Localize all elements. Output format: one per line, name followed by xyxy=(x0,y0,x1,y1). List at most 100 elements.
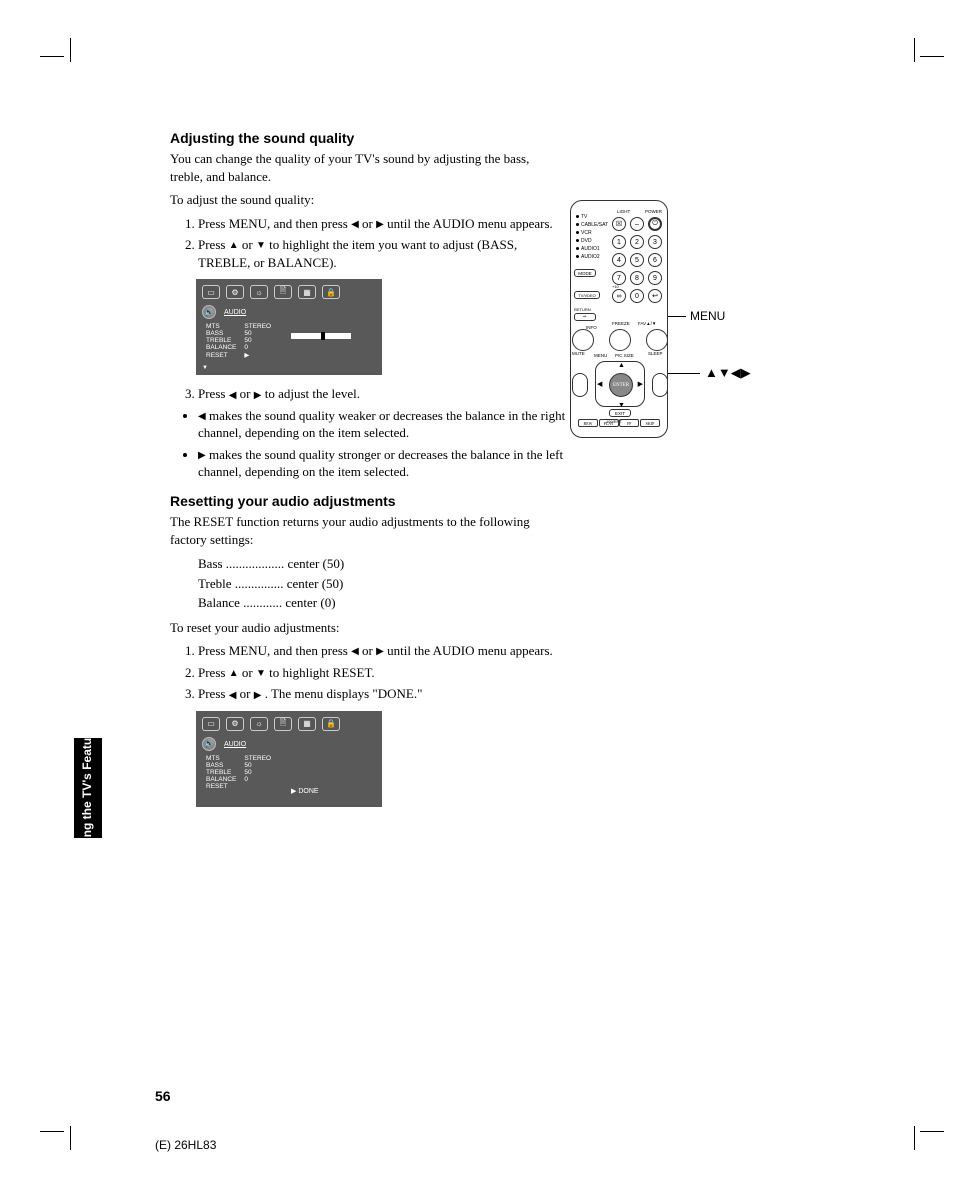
remote-exit-button: EXIT xyxy=(609,409,631,417)
step-1: Press MENU, and then press or until the … xyxy=(198,215,568,233)
remote-label-freeze: FREEZE xyxy=(612,321,630,326)
left-arrow-icon xyxy=(229,389,237,403)
step-3c: to adjust the level. xyxy=(265,386,360,401)
rstep-1a: Press MENU, and then press xyxy=(198,643,348,658)
remote-enter-button: ENTER xyxy=(609,373,633,397)
osd-tab-icon: 🗎 xyxy=(274,285,292,299)
rstep-1c: until the AUDIO menu appears. xyxy=(387,643,553,658)
right-arrow-icon xyxy=(376,218,384,232)
rstep-3: Press or . The menu displays "DONE." xyxy=(198,685,568,703)
rstep-1b: or xyxy=(362,643,373,658)
rstep-3a: Press xyxy=(198,686,225,701)
rstep-3b: or xyxy=(240,686,251,701)
step-1b: or xyxy=(362,216,373,231)
remote-label-sleep: SLEEP xyxy=(648,351,663,356)
callout-line-arrows xyxy=(668,373,700,374)
step-3b: or xyxy=(240,386,251,401)
remote-digit-0: 0 xyxy=(630,289,644,303)
osd-audio-menu-1: ▭ ⚙ ☼ 🗎 ▦ 🔒 🔊 AUDIO MTSSTEREO BASS50 TRE… xyxy=(196,279,382,375)
osd-speaker-icon: 🔊 xyxy=(202,305,216,319)
remote-fav-button: ∞ xyxy=(612,289,626,303)
remote-bottom-row: REWPLAYFFSKIP xyxy=(578,419,660,427)
step-2b: or xyxy=(242,237,253,252)
reset-intro: The RESET function returns your audio ad… xyxy=(170,513,550,548)
bullet-1a: makes the sound quality weaker or decrea… xyxy=(198,408,565,441)
osd-done: ▶ DONE xyxy=(291,787,319,795)
remote-digit-7: 7 xyxy=(612,271,626,285)
osd-tab-icon: ▦ xyxy=(298,285,316,299)
callout-menu: MENU xyxy=(690,309,725,323)
osd-title: AUDIO xyxy=(224,741,246,748)
remote-label-mute: MUTE xyxy=(572,351,585,356)
up-arrow-icon xyxy=(229,667,239,681)
rstep-2: Press or to highlight RESET. xyxy=(198,664,568,682)
remote-digit-3: 3 xyxy=(648,235,662,249)
remote-dpad: ENTER ▲ ▼ ◀ ▶ xyxy=(595,361,645,407)
right-arrow-icon xyxy=(376,645,384,659)
rstep-3c: . The menu displays "DONE." xyxy=(265,686,423,701)
remote-label-power: POWER xyxy=(645,209,662,214)
osd-grid: MTSSTEREO BASS50 TREBLE50 BALANCE0 RESET… xyxy=(202,323,275,359)
remote-info-big xyxy=(572,329,594,351)
right-arrow-icon xyxy=(254,689,262,703)
callout-line-menu xyxy=(668,316,686,317)
step-3a: Press xyxy=(198,386,225,401)
remote-label-fav: FAV▲/▼ xyxy=(638,321,656,326)
remote-tvvideo-button: TV/VDEO xyxy=(574,291,600,299)
remote-return-pill: ↵ xyxy=(574,313,596,321)
reset-to: To reset your audio adjustments: xyxy=(170,619,790,637)
osd-cursor-icon: ☞ xyxy=(188,790,193,797)
remote-digit-2: 2 xyxy=(630,235,644,249)
osd-tab-icon: 🗎 xyxy=(274,717,292,731)
rstep-2b: or xyxy=(242,665,253,680)
intro-text-2: To adjust the sound quality: xyxy=(170,191,790,209)
osd-tab-icon: ⚙ xyxy=(226,285,244,299)
heading-resetting: Resetting your audio adjustments xyxy=(170,493,790,509)
default-bass: Bass .................. center (50) xyxy=(198,554,790,574)
section-tab: Using the TV's Features xyxy=(74,738,102,838)
rstep-2a: Press xyxy=(198,665,225,680)
bullet-2a: makes the sound quality stronger or decr… xyxy=(198,447,563,480)
step-2a: Press xyxy=(198,237,225,252)
osd-tab-icon: ▦ xyxy=(298,717,316,731)
step-3: Press or to adjust the level. xyxy=(198,385,568,403)
heading-adjusting: Adjusting the sound quality xyxy=(170,130,790,146)
step-1c: until the AUDIO menu appears. xyxy=(387,216,553,231)
left-arrow-icon xyxy=(351,645,359,659)
left-arrow-icon xyxy=(229,689,237,703)
default-balance: Balance ............ center (0) xyxy=(198,593,790,613)
remote-digit-9: 9 xyxy=(648,271,662,285)
remote-light-button: ☒ xyxy=(612,217,626,231)
rstep-2c: to highlight RESET. xyxy=(269,665,375,680)
remote-fav-big xyxy=(646,329,668,351)
right-arrow-icon xyxy=(198,449,206,463)
remote-power-button: ⏻ xyxy=(648,217,662,231)
footer-model: (E) 26HL83 xyxy=(155,1138,216,1152)
remote-device-list: TV CABLE/SAT VCR DVD AUDIO1 AUDIO2 xyxy=(576,213,608,261)
remote-ch-rocker xyxy=(652,373,668,397)
osd-nav-down-icon: ▼ xyxy=(202,365,208,371)
osd-grid: MTSSTEREO BASS50 TREBLE50 BALANCE0 RESET xyxy=(202,755,275,790)
page-number: 56 xyxy=(155,1088,171,1104)
intro-text-1: You can change the quality of your TV's … xyxy=(170,150,550,185)
osd-title: AUDIO xyxy=(224,309,246,316)
left-arrow-icon xyxy=(351,218,359,232)
osd-tab-icon: ☼ xyxy=(250,285,268,299)
remote-vol-rocker xyxy=(572,373,588,397)
remote-return-button: ↩ xyxy=(648,289,662,303)
remote-freeze-big xyxy=(609,329,631,351)
osd-slider xyxy=(291,333,351,339)
remote-button-dash: – xyxy=(630,217,644,231)
remote-label-light: LIGHT xyxy=(617,209,630,214)
right-arrow-icon xyxy=(254,389,262,403)
default-treble: Treble ............... center (50) xyxy=(198,574,790,594)
step-2: Press or to highlight the item you want … xyxy=(198,236,568,271)
remote-digit-1: 1 xyxy=(612,235,626,249)
remote-label-picsize: PIC SIZE xyxy=(615,353,634,358)
osd-tab-icon: ▭ xyxy=(202,285,220,299)
osd-tab-icon: ☼ xyxy=(250,717,268,731)
bullet-stronger: makes the sound quality stronger or decr… xyxy=(198,446,568,481)
remote-digit-6: 6 xyxy=(648,253,662,267)
remote-digit-5: 5 xyxy=(630,253,644,267)
osd-tab-icon: ⚙ xyxy=(226,717,244,731)
